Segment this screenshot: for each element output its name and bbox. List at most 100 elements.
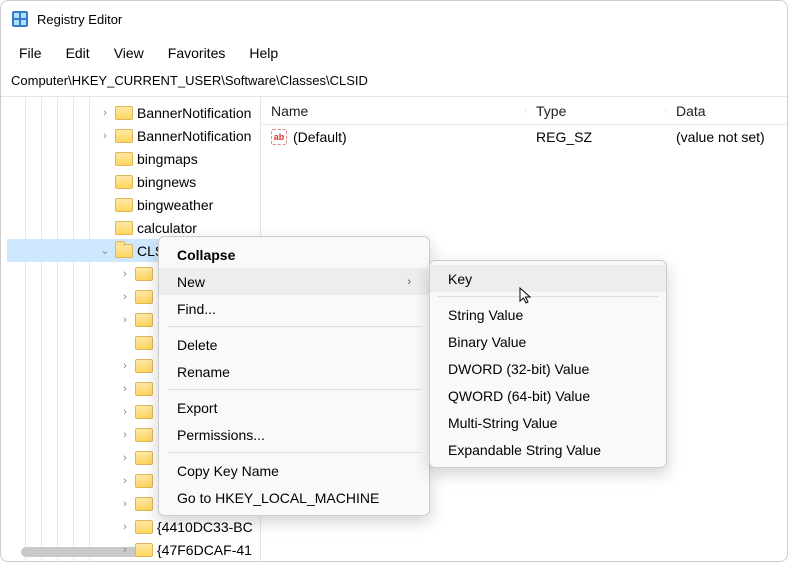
- menu-item-label: Delete: [177, 337, 217, 353]
- twisty-icon[interactable]: ›: [119, 544, 131, 556]
- menu-item-label: DWORD (32-bit) Value: [448, 361, 589, 377]
- twisty-icon[interactable]: ›: [119, 291, 131, 303]
- context-menu[interactable]: Collapse New › Find... Delete Rename Export Per…: [158, 236, 430, 516]
- folder-icon: [135, 359, 153, 373]
- twisty-icon[interactable]: ›: [99, 107, 111, 119]
- twisty-icon[interactable]: ›: [119, 429, 131, 441]
- menu-item-label: String Value: [448, 307, 523, 323]
- menu-item[interactable]: Key: [430, 265, 666, 292]
- twisty-icon[interactable]: ›: [119, 475, 131, 487]
- menu-item[interactable]: Rename: [159, 358, 429, 385]
- menu-item[interactable]: String Value: [430, 301, 666, 328]
- tree-node-label: bingnews: [137, 174, 196, 190]
- tree-node[interactable]: bingweather: [7, 193, 260, 216]
- menu-file[interactable]: File: [9, 41, 52, 62]
- menu-edit[interactable]: Edit: [56, 41, 100, 62]
- value-row[interactable]: ab(Default)REG_SZ(value not set): [261, 125, 787, 149]
- menu-item-label: Multi-String Value: [448, 415, 557, 431]
- menu-favorites[interactable]: Favorites: [158, 41, 236, 62]
- menu-item-label: Collapse: [177, 247, 235, 263]
- menu-item[interactable]: Delete: [159, 331, 429, 358]
- col-name[interactable]: Name: [261, 103, 526, 119]
- tree-node[interactable]: bingmaps: [7, 147, 260, 170]
- folder-icon: [135, 405, 153, 419]
- tree-node-label: calculator: [137, 220, 197, 236]
- tree-node[interactable]: › {4410DC33-BC: [7, 515, 260, 538]
- tree-node-label: BannerNotification: [137, 105, 251, 121]
- twisty-icon[interactable]: ›: [119, 406, 131, 418]
- folder-icon: [135, 382, 153, 396]
- folder-icon: [115, 152, 133, 166]
- col-data[interactable]: Data: [666, 103, 787, 119]
- tree-node[interactable]: bingnews: [7, 170, 260, 193]
- folder-icon: [115, 175, 133, 189]
- menu-item[interactable]: Go to HKEY_LOCAL_MACHINE: [159, 484, 429, 511]
- tree-node-label: BannerNotification: [137, 128, 251, 144]
- folder-icon: [135, 336, 153, 350]
- menu-separator: [438, 296, 658, 297]
- twisty-icon[interactable]: ›: [119, 498, 131, 510]
- menu-item[interactable]: QWORD (64-bit) Value: [430, 382, 666, 409]
- folder-icon: [135, 451, 153, 465]
- twisty-icon[interactable]: ›: [119, 268, 131, 280]
- folder-icon: [115, 198, 133, 212]
- menu-item[interactable]: Binary Value: [430, 328, 666, 355]
- menu-item-label: Copy Key Name: [177, 463, 279, 479]
- twisty-icon[interactable]: ›: [119, 314, 131, 326]
- menu-item[interactable]: Multi-String Value: [430, 409, 666, 436]
- menu-item-label: New: [177, 274, 205, 290]
- menu-item[interactable]: Expandable String Value: [430, 436, 666, 463]
- context-submenu-new[interactable]: Key String Value Binary Value DWORD (32-bit…: [429, 260, 667, 468]
- tree-node[interactable]: › {47F6DCAF-41: [7, 538, 260, 561]
- twisty-icon[interactable]: ›: [99, 130, 111, 142]
- menu-item-label: QWORD (64-bit) Value: [448, 388, 590, 404]
- folder-icon: [115, 129, 133, 143]
- menu-item[interactable]: Collapse: [159, 241, 429, 268]
- menu-item[interactable]: Copy Key Name: [159, 457, 429, 484]
- folder-icon: [135, 543, 153, 557]
- twisty-icon[interactable]: ›: [119, 360, 131, 372]
- menu-item[interactable]: New ›: [159, 268, 429, 295]
- folder-icon: [115, 106, 133, 120]
- folder-icon: [135, 428, 153, 442]
- tree-node-label: {4410DC33-BC: [157, 519, 253, 535]
- value-data: (value not set): [666, 129, 775, 145]
- folder-icon: [115, 244, 133, 258]
- menu-item-label: Export: [177, 400, 217, 416]
- address-bar[interactable]: Computer\HKEY_CURRENT_USER\Software\Clas…: [1, 67, 787, 97]
- column-headers: Name Type Data: [261, 97, 787, 125]
- value-list: ab(Default)REG_SZ(value not set): [261, 125, 787, 149]
- chevron-right-icon: ›: [407, 276, 411, 288]
- folder-icon: [135, 497, 153, 511]
- menu-item[interactable]: DWORD (32-bit) Value: [430, 355, 666, 382]
- menu-separator: [167, 389, 421, 390]
- menu-separator: [167, 326, 421, 327]
- tree-node[interactable]: › BannerNotification: [7, 124, 260, 147]
- twisty-icon[interactable]: ›: [119, 521, 131, 533]
- menu-item-label: Key: [448, 271, 472, 287]
- menu-item[interactable]: Find...: [159, 295, 429, 322]
- tree-node-label: bingmaps: [137, 151, 198, 167]
- window-title: Registry Editor: [37, 12, 122, 27]
- menu-item[interactable]: Permissions...: [159, 421, 429, 448]
- menu-separator: [167, 452, 421, 453]
- tree-node[interactable]: › BannerNotification: [7, 101, 260, 124]
- twisty-icon[interactable]: ⌄: [99, 244, 111, 257]
- twisty-icon[interactable]: ›: [119, 383, 131, 395]
- tree-node-label: {47F6DCAF-41: [157, 542, 252, 558]
- menu-view[interactable]: View: [104, 41, 154, 62]
- twisty-icon[interactable]: ›: [119, 452, 131, 464]
- folder-icon: [115, 221, 133, 235]
- menu-help[interactable]: Help: [239, 41, 288, 62]
- menu-item-label: Expandable String Value: [448, 442, 601, 458]
- menu-item[interactable]: Export: [159, 394, 429, 421]
- col-type[interactable]: Type: [526, 103, 666, 119]
- app-icon: [11, 10, 29, 28]
- menu-item-label: Binary Value: [448, 334, 526, 350]
- folder-icon: [135, 313, 153, 327]
- folder-icon: [135, 267, 153, 281]
- menu-bar: File Edit View Favorites Help: [1, 37, 787, 67]
- menu-item-label: Go to HKEY_LOCAL_MACHINE: [177, 490, 379, 506]
- folder-icon: [135, 290, 153, 304]
- menu-item-label: Find...: [177, 301, 216, 317]
